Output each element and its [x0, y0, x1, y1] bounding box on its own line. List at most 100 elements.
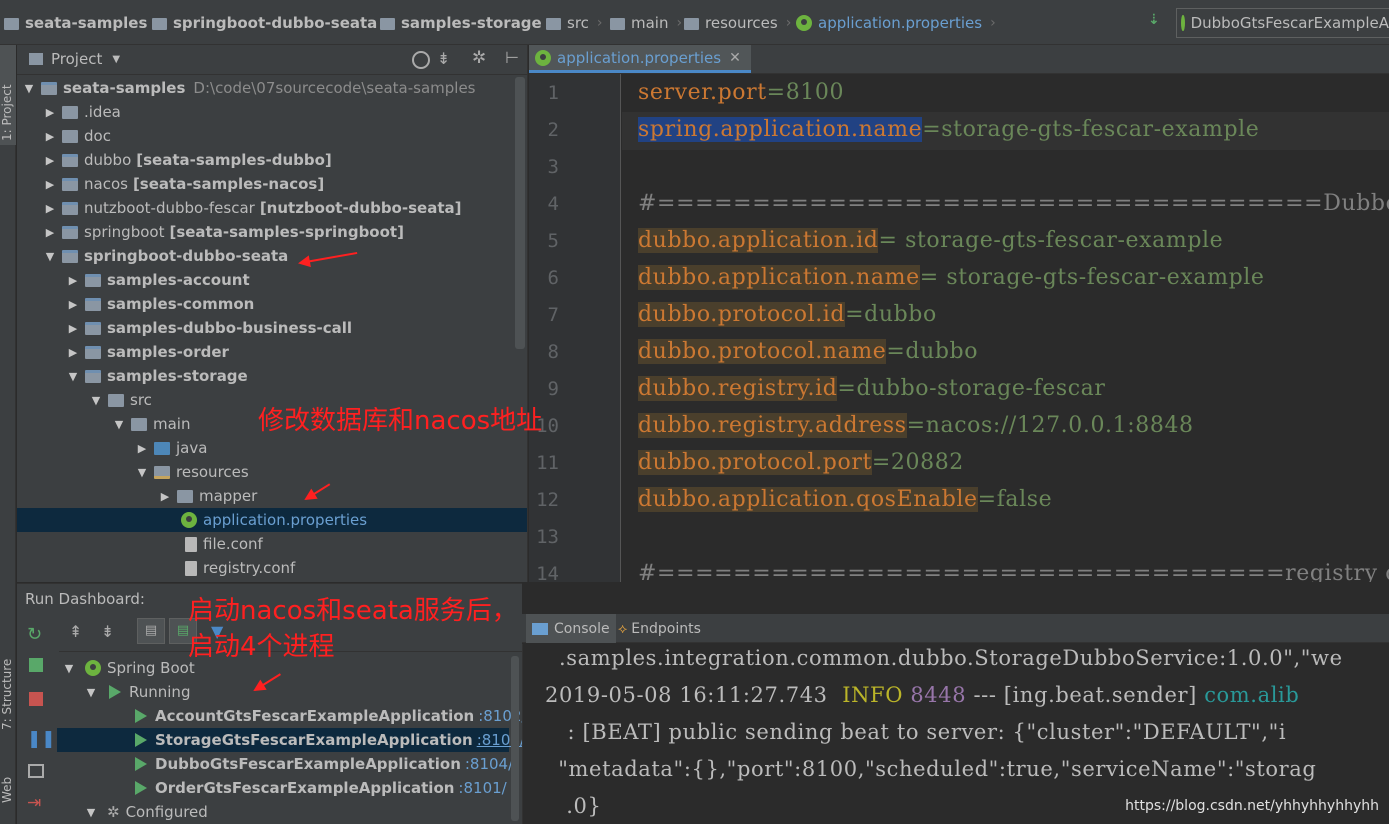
editor-tab-application-properties[interactable]: application.properties ✕	[529, 45, 751, 73]
breadcrumb-item-src[interactable]: src ›	[546, 12, 603, 34]
tree-item-label: main	[153, 415, 191, 433]
tree-item-running[interactable]: ▼ Running	[83, 680, 191, 704]
tree-item-resources[interactable]: ▼ resources	[134, 460, 249, 484]
module-folder-icon	[62, 153, 78, 167]
expanded-arrow-icon: ▼	[91, 393, 101, 407]
breadcrumb-label: springboot-dubbo-seata	[173, 14, 378, 32]
debug-icon[interactable]	[29, 658, 43, 672]
console-line: : [BEAT] public sending beat to server: …	[553, 720, 1287, 744]
collapse-all-icon[interactable]: ⇟	[437, 49, 450, 68]
endpoints-icon: ⟡	[618, 620, 628, 637]
rerun-icon[interactable]: ↻	[27, 626, 45, 644]
breadcrumb-item-application-properties[interactable]: application.properties ›	[796, 12, 996, 34]
tree-item-seata-samples[interactable]: ▼ seata-samples D:\code\07sourcecode\sea…	[21, 76, 476, 100]
module-folder-icon	[152, 18, 167, 30]
tab-endpoints[interactable]: ⟡ Endpoints	[612, 614, 707, 643]
module-name: [nutzboot-dubbo-seata]	[259, 199, 462, 217]
close-icon[interactable]: ✕	[729, 50, 741, 66]
gear-icon[interactable]: ✲	[472, 48, 486, 68]
tree-item-label: Running	[129, 683, 191, 701]
tab-console[interactable]: Console	[526, 614, 616, 643]
run-app-order[interactable]: OrderGtsFescarExampleApplication :8101/	[135, 776, 507, 800]
chevron-right-icon: ›	[990, 15, 996, 31]
tree-item-dubbo[interactable]: ▶ dubbo [seata-samples-dubbo]	[42, 148, 332, 172]
module-folder-icon	[85, 345, 101, 359]
app-port-link[interactable]: :8104/	[465, 755, 513, 773]
folder-icon	[131, 417, 147, 431]
resources-folder-icon	[684, 18, 699, 30]
code-line: dubbo.application.qosEnable=false	[638, 487, 1053, 512]
collapsed-arrow-icon: ▶	[45, 201, 55, 215]
run-app-dubbo[interactable]: DubboGtsFescarExampleApplication :8104/	[135, 752, 513, 776]
tree-item-label: Configured	[125, 803, 208, 821]
pause-icon[interactable]: ❚❚	[27, 730, 56, 748]
play-icon	[135, 781, 147, 795]
tree-item-label: samples-order	[107, 343, 229, 361]
sort-icon[interactable]: ⇣	[1148, 12, 1168, 34]
camera-icon[interactable]	[28, 764, 44, 778]
play-icon	[135, 757, 147, 771]
tree-item-samples-storage[interactable]: ▼ samples-storage	[65, 364, 248, 388]
tree-item-springboot-dubbo-seata[interactable]: ▼ springboot-dubbo-seata	[42, 244, 289, 268]
tree-item-java[interactable]: ▶ java	[134, 436, 208, 460]
line-number: 11	[536, 452, 559, 474]
tree-item-registry-conf[interactable]: registry.conf	[179, 556, 295, 580]
tree-item-nutzboot-dubbo-fescar[interactable]: ▶ nutzboot-dubbo-fescar [nutzboot-dubbo-…	[42, 196, 462, 220]
tree-item-configured[interactable]: ▼ ✲ Configured	[83, 800, 208, 824]
code-editor[interactable]: server.port=8100 spring.application.name…	[622, 74, 1389, 582]
tree-item-idea[interactable]: ▶ .idea	[42, 100, 121, 124]
tree-item-samples-order[interactable]: ▶ samples-order	[65, 340, 229, 364]
breadcrumb-label: samples-storage	[401, 14, 542, 32]
tree-item-springboot[interactable]: ▶ springboot [seata-samples-springboot]	[42, 220, 404, 244]
tree-item-doc[interactable]: ▶ doc	[42, 124, 111, 148]
module-name: [seata-samples-nacos]	[132, 175, 325, 193]
tree-item-samples-common[interactable]: ▶ samples-common	[65, 292, 255, 316]
web-tool-tab[interactable]: Web	[0, 735, 16, 815]
tree-item-main[interactable]: ▼ main	[111, 412, 191, 436]
run-configuration-select[interactable]: DubboGtsFescarExampleA	[1176, 8, 1389, 38]
group-by-type-icon[interactable]: ▤	[137, 618, 165, 644]
breadcrumb-item-seata-samples[interactable]: seata-samples ›	[4, 12, 161, 34]
project-tool-tab[interactable]: 1: Project	[0, 45, 16, 145]
tree-item-label: samples-dubbo-business-call	[107, 319, 353, 337]
tree-item-spring-boot[interactable]: ▼ Spring Boot	[61, 656, 195, 680]
expand-all-icon[interactable]: ⇞	[69, 622, 82, 641]
hide-panel-icon[interactable]: ⊢	[505, 48, 519, 67]
vertical-scrollbar[interactable]	[515, 77, 525, 349]
run-app-storage[interactable]: StorageGtsFescarExampleApplication :8100…	[57, 728, 522, 752]
annotation-start-processes: 启动4个进程	[188, 632, 335, 662]
scroll-from-source-icon[interactable]	[412, 51, 430, 69]
breadcrumb-item-springboot-dubbo-seata[interactable]: springboot-dubbo-seata ›	[152, 12, 391, 34]
exit-icon[interactable]: ⇥	[27, 794, 45, 812]
line-number: 9	[547, 378, 559, 400]
chevron-right-icon: ›	[676, 15, 683, 31]
app-port-link[interactable]: :8101/	[458, 779, 506, 797]
code-line: dubbo.protocol.id=dubbo	[638, 302, 937, 327]
vertical-scrollbar[interactable]	[511, 656, 519, 821]
tree-item-src[interactable]: ▼ src	[88, 388, 152, 412]
project-view-select[interactable]: Project ▼	[51, 50, 120, 68]
tree-item-mapper[interactable]: ▶ mapper	[157, 484, 257, 508]
collapsed-arrow-icon: ▶	[45, 105, 55, 119]
module-folder-icon	[62, 177, 78, 191]
tree-item-samples-dubbo-business-call[interactable]: ▶ samples-dubbo-business-call	[65, 316, 352, 340]
console-output[interactable]: .samples.integration.common.dubbo.Storag…	[522, 644, 1389, 824]
tree-item-nacos[interactable]: ▶ nacos [seata-samples-nacos]	[42, 172, 324, 196]
breadcrumb-item-resources[interactable]: resources ›	[684, 12, 791, 34]
folder-icon	[4, 18, 19, 30]
stop-icon[interactable]	[29, 692, 43, 706]
tree-item-samples-account[interactable]: ▶ samples-account	[65, 268, 250, 292]
run-dashboard-title: Run Dashboard:	[25, 590, 145, 608]
folder-icon	[108, 393, 124, 407]
breadcrumb-item-samples-storage[interactable]: samples-storage ›	[380, 12, 555, 34]
collapse-all-icon[interactable]: ⇟	[101, 622, 114, 641]
tree-item-application-properties[interactable]: application.properties	[17, 508, 527, 532]
collapsed-arrow-icon: ▶	[137, 441, 147, 455]
breadcrumb-item-main[interactable]: main ›	[610, 12, 682, 34]
tree-item-file-conf[interactable]: file.conf	[179, 532, 263, 556]
structure-tool-tab[interactable]: 7: Structure	[0, 620, 16, 750]
run-dashboard-toolbar: ↻ ❚❚ ⇥	[17, 612, 56, 824]
expanded-arrow-icon: ▼	[86, 685, 96, 699]
folder-icon	[546, 18, 561, 30]
run-app-account[interactable]: AccountGtsFescarExampleApplication :8102…	[135, 704, 522, 728]
